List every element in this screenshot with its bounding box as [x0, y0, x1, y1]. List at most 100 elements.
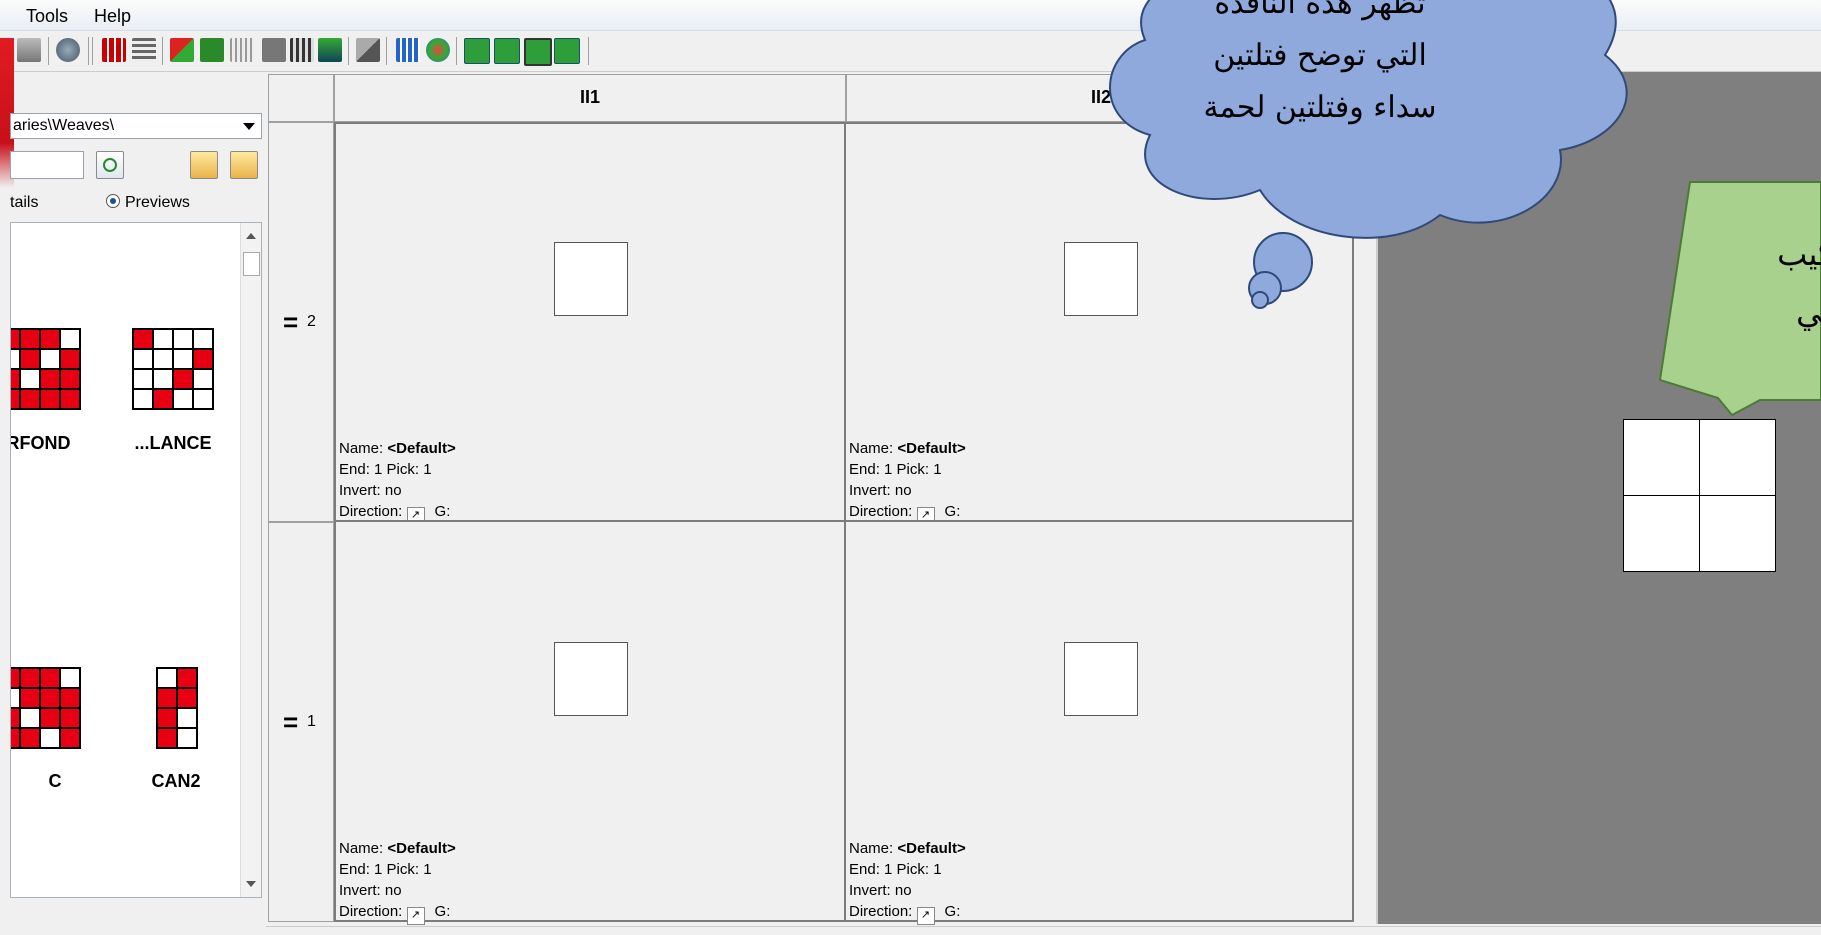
row-marker-icon: =: [283, 707, 299, 737]
name-label: Name:: [339, 840, 384, 857]
weave-thumbnail[interactable]: [132, 328, 214, 410]
chevron-down-icon[interactable]: [243, 123, 255, 130]
arrow-down-right-icon[interactable]: [554, 38, 580, 64]
invert-text: Invert: no: [339, 482, 402, 499]
weave-cell[interactable]: Name: <Default> End: 1 Pick: 1 Invert: n…: [334, 520, 846, 925]
weave-label: ...LANCE: [134, 433, 212, 453]
row-marker-icon: =: [283, 307, 299, 337]
weave-thumbnail[interactable]: [156, 667, 198, 749]
view-previews-option[interactable]: Previews: [106, 194, 190, 212]
weave-cell[interactable]: Name: <Default> End: 1 Pick: 1 Invert: n…: [844, 520, 1354, 925]
end-pick-text: End: 1 Pick: 1: [339, 461, 432, 478]
blue-grid-icon[interactable]: [396, 38, 420, 62]
arrow-down-left-icon[interactable]: [464, 38, 490, 64]
cloud-callout-text: تظهر هذه النافذة التي توضح فتلتين سداء و…: [1120, 0, 1520, 134]
name-value: <Default>: [897, 840, 966, 857]
direction-arrow-icon[interactable]: ↗: [406, 907, 425, 925]
globe-icon[interactable]: [56, 38, 80, 62]
menu-tools[interactable]: Tools: [26, 6, 68, 27]
weave-preview-square: [554, 642, 628, 716]
numbered-grid-icon[interactable]: [318, 38, 342, 62]
g-label: G:: [434, 903, 451, 920]
end-pick-text: End: 1 Pick: 1: [849, 461, 942, 478]
list-lines-icon[interactable]: [132, 38, 156, 62]
weave-thumbnail[interactable]: [11, 667, 81, 749]
weave-thumbnail[interactable]: [11, 328, 81, 410]
end-pick-text: End: 1 Pick: 1: [849, 861, 942, 878]
toolbar-separator: [48, 37, 49, 65]
menu-help[interactable]: Help: [94, 6, 131, 27]
direction-arrow-icon[interactable]: ↗: [916, 907, 935, 925]
library-scrollbar[interactable]: [240, 223, 261, 897]
name-label: Name:: [849, 840, 894, 857]
weave-grid-icon[interactable]: [102, 38, 126, 62]
g-label: G:: [944, 503, 961, 520]
row-number: 2: [307, 313, 316, 330]
refresh-button[interactable]: [96, 151, 124, 179]
colors-icon[interactable]: [426, 38, 450, 62]
cell-info: Name: <Default> End: 1 Pick: 1 Invert: n…: [849, 438, 966, 525]
callout-line: تظهر هذه النافذة: [1214, 0, 1426, 21]
speech-callout-text: تركيب ثنائي: [1660, 225, 1821, 341]
toolbar-separator: [386, 37, 387, 65]
radio-selected-icon: [106, 194, 120, 208]
weave-label: .RFOND: [11, 433, 71, 453]
row-header[interactable]: = 1: [268, 522, 334, 922]
fabric-preview-grid: [1623, 419, 1776, 572]
search-input[interactable]: [10, 151, 84, 179]
row-header[interactable]: = 2: [268, 122, 334, 522]
invert-text: Invert: no: [849, 482, 912, 499]
callout-line: سداء وفتلتين لحمة: [1203, 90, 1437, 125]
name-value: <Default>: [387, 440, 456, 457]
cell-info: Name: <Default> End: 1 Pick: 1 Invert: n…: [339, 438, 456, 525]
callout-line: التي توضح فتلتين: [1213, 38, 1427, 73]
row-number: 1: [307, 713, 316, 730]
callout-line: ثنائي: [1796, 293, 1821, 331]
copy-pages-icon[interactable]: [356, 38, 380, 62]
weave-cell[interactable]: Name: <Default> End: 1 Pick: 1 Invert: n…: [334, 122, 846, 525]
g-label: G:: [434, 503, 451, 520]
name-value: <Default>: [897, 440, 966, 457]
end-pick-text: End: 1 Pick: 1: [339, 861, 432, 878]
gray-block-icon[interactable]: [262, 38, 286, 62]
name-label: Name:: [339, 440, 384, 457]
arrow-up-right-icon[interactable]: [524, 38, 552, 66]
weave-label: CAN2: [151, 771, 201, 791]
library-path-combo[interactable]: aries\Weaves\: [10, 113, 262, 139]
weave-preview-square: [554, 242, 628, 316]
print-icon[interactable]: [17, 38, 41, 62]
invert-text: Invert: no: [849, 882, 912, 899]
toolbar-separator: [348, 37, 349, 65]
view-previews-label: Previews: [125, 194, 190, 211]
arrow-up-left-icon[interactable]: [494, 38, 520, 64]
weave-library-list[interactable]: .RFOND ...LANCE C CAN2: [10, 222, 262, 898]
toolbar-separator: [162, 37, 163, 65]
folder-action-button[interactable]: [230, 151, 258, 179]
view-details-option[interactable]: tails: [10, 194, 38, 211]
callout-line: تركيب: [1777, 235, 1821, 273]
scroll-thumb[interactable]: [243, 252, 260, 276]
arrow-green-icon[interactable]: [200, 38, 224, 62]
toolbar-separator: [88, 37, 89, 65]
scroll-up-icon[interactable]: [246, 233, 256, 239]
invert-text: Invert: no: [339, 882, 402, 899]
g-label: G:: [944, 903, 961, 920]
column-header[interactable]: II1: [334, 74, 846, 122]
columns-icon[interactable]: [290, 38, 314, 62]
corner-header: [268, 74, 334, 122]
weave-preview-square: [1064, 642, 1138, 716]
scroll-down-icon[interactable]: [246, 881, 256, 887]
cell-info: Name: <Default> End: 1 Pick: 1 Invert: n…: [849, 838, 966, 925]
open-folder-button[interactable]: [190, 151, 218, 179]
warp-lines-icon[interactable]: [230, 38, 254, 62]
toolbar-separator: [588, 37, 589, 65]
toolbar-separator: [456, 37, 457, 65]
library-path-value: aries\Weaves\: [13, 117, 115, 134]
direction-label: Direction:: [339, 503, 403, 520]
cell-info: Name: <Default> End: 1 Pick: 1 Invert: n…: [339, 838, 456, 925]
refresh-icon: [103, 158, 117, 172]
view-mode-row: tails Previews: [10, 194, 264, 216]
color-swap-icon[interactable]: [170, 38, 194, 62]
toolbar-separator: [92, 37, 93, 65]
name-value: <Default>: [387, 840, 456, 857]
